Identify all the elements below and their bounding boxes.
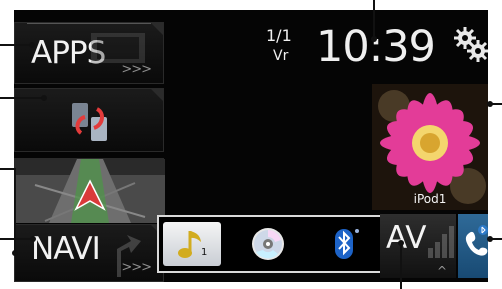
home-screen: APPS >>> NAVI >>> 1/1 Vr 10:39 iPod1 1 A… xyxy=(14,10,488,282)
smartphone-link-icon xyxy=(72,103,107,141)
callout-dot-phone xyxy=(487,236,493,242)
callout-phone-link xyxy=(0,97,43,99)
callout-dot-phone-link xyxy=(41,95,47,101)
music-source-index: 1 xyxy=(201,247,208,258)
now-playing-artwork-tile[interactable]: iPod1 xyxy=(372,84,488,210)
map-preview-tile[interactable] xyxy=(14,158,165,223)
source-device-name: iPod1 xyxy=(413,192,447,206)
navi-label: NAVI xyxy=(31,231,101,267)
callout-navi xyxy=(0,238,32,240)
callout-av xyxy=(400,243,402,289)
callout-dot-map xyxy=(12,250,18,256)
disc-icon xyxy=(252,228,284,260)
callout-top xyxy=(373,0,375,39)
callout-dot-artwork xyxy=(487,101,493,107)
apps-background-icon xyxy=(91,33,145,63)
signal-bars-icon xyxy=(428,226,454,258)
navi-tile[interactable]: NAVI >>> xyxy=(14,224,164,282)
callout-dot-av xyxy=(398,240,404,246)
source-shortcut-bar: 1 xyxy=(157,215,382,273)
phone-icon xyxy=(465,225,488,256)
av-expand-chevron: ^ xyxy=(436,264,447,278)
tile-corner xyxy=(151,89,163,101)
settings-gear-icon[interactable] xyxy=(452,24,488,64)
callout-dot-apps xyxy=(29,42,35,48)
callout-apps xyxy=(0,44,32,46)
phone-tile[interactable] xyxy=(458,214,488,278)
av-source-tile[interactable]: AV ^ xyxy=(380,214,456,278)
disc-source-button[interactable] xyxy=(239,222,297,266)
clock-display[interactable]: 10:39 xyxy=(316,22,436,72)
bluetooth-source-button[interactable] xyxy=(315,222,373,266)
date-display: 1/1 xyxy=(266,26,292,45)
apps-tile[interactable]: APPS >>> xyxy=(14,22,164,84)
weekday-display: Vr xyxy=(273,48,289,64)
music-note-icon xyxy=(178,231,201,258)
turn-arrow-icon xyxy=(117,235,141,277)
bluetooth-icon xyxy=(335,229,359,259)
av-label: AV xyxy=(386,220,427,256)
callout-map-horizontal xyxy=(0,168,15,170)
navigation-arrow-icon xyxy=(74,179,106,211)
callout-dot-navi xyxy=(30,236,36,242)
music-source-button[interactable]: 1 xyxy=(163,222,221,266)
callout-dot-top xyxy=(371,36,377,42)
